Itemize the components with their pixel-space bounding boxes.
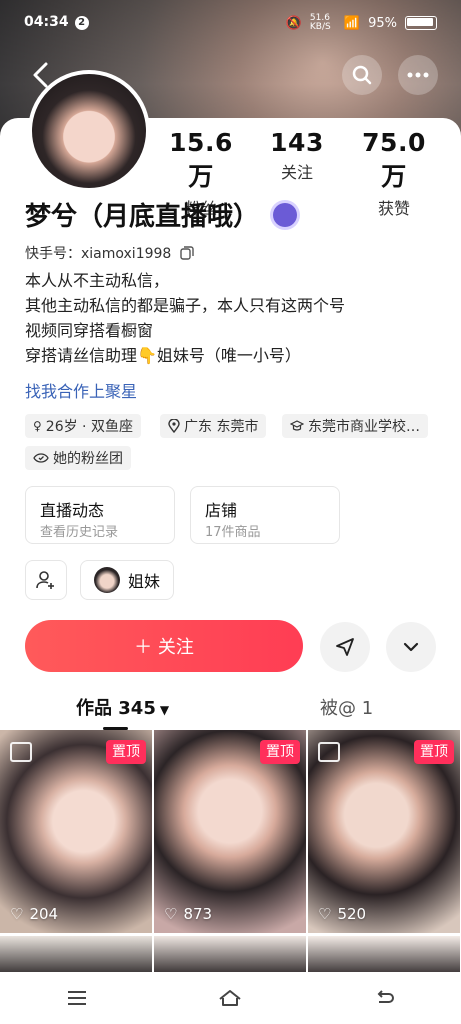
heart-icon: ♡ — [318, 905, 332, 923]
post-tile[interactable]: 置顶 ♡ 873 — [154, 730, 306, 933]
tag-school[interactable]: 东莞市商业学校… — [282, 414, 428, 438]
fan-club-icon — [33, 453, 49, 463]
add-friend-button[interactable] — [25, 560, 67, 600]
post-likes: ♡ 873 — [164, 905, 213, 923]
battery-percent: 95% — [368, 15, 397, 31]
tab-mentioned[interactable]: 被@ 1 — [320, 694, 373, 720]
back-arrow-icon — [377, 990, 395, 1003]
post-likes: ♡ 204 — [10, 905, 59, 923]
post-likes: ♡ 520 — [318, 905, 367, 923]
menu-icon — [67, 991, 86, 1005]
battery-icon — [405, 16, 437, 30]
expand-button[interactable] — [386, 622, 436, 672]
collaboration-link[interactable]: 找我合作上聚星 — [25, 378, 137, 402]
kuaishou-id[interactable]: 快手号：xiamoxi1998 — [25, 243, 194, 263]
graduation-cap-icon — [290, 420, 304, 431]
status-time: 04:34 2 — [24, 14, 89, 30]
send-icon — [336, 638, 354, 656]
profile-name: 梦兮（月底直播哦） — [25, 196, 298, 233]
post-tile-partial[interactable] — [0, 936, 152, 976]
post-grid: 置顶 ♡ 204 置顶 ♡ 873 置顶 ♡ 520 — [0, 730, 461, 976]
more-horizontal-icon — [407, 72, 429, 78]
stat-following[interactable]: 143 关注 — [262, 128, 332, 183]
post-tile[interactable]: 置顶 ♡ 520 — [308, 730, 460, 933]
menu-button[interactable] — [47, 978, 107, 1018]
add-user-icon — [36, 571, 54, 589]
chevron-down-icon — [403, 642, 419, 652]
status-bar: 04:34 2 🔕 51.6 KB/S 📶 95% — [0, 0, 461, 46]
heart-icon: ♡ — [10, 905, 24, 923]
share-button[interactable] — [320, 622, 370, 672]
home-button[interactable] — [200, 978, 260, 1018]
status-icons: 🔕 51.6 KB/S 📶 95% — [286, 14, 437, 32]
home-icon — [219, 990, 242, 1006]
pinned-badge: 置顶 — [260, 740, 300, 764]
profile-tabs: 作品 345 ▼ 被@ 1 — [0, 690, 461, 730]
tab-works[interactable]: 作品 345 ▼ — [76, 694, 169, 720]
mute-icon: 🔕 — [285, 15, 302, 31]
avatar[interactable] — [28, 70, 150, 192]
heart-icon: ♡ — [164, 905, 178, 923]
caret-down-icon: ▼ — [159, 703, 170, 717]
profile-bio: 本人从不主动私信， 其他主动私信的都是骗子，本人只有这两个号 视频同穿搭看橱窗 … — [25, 271, 346, 365]
tag-age[interactable]: ♀ 26岁 · 双鱼座 — [25, 414, 141, 438]
sister-account-button[interactable]: 姐妹 — [80, 560, 174, 600]
search-button[interactable] — [342, 55, 382, 95]
live-history-card[interactable]: 直播动态 查看历史记录 — [25, 486, 175, 544]
pinned-badge: 置顶 — [414, 740, 454, 764]
location-icon — [168, 419, 180, 433]
post-tile-partial[interactable] — [154, 936, 306, 976]
system-nav-bar — [0, 972, 461, 1024]
notification-count: 2 — [74, 16, 89, 30]
fan-level-badge-icon[interactable] — [273, 202, 298, 227]
gender-icon: ♀ — [33, 419, 42, 433]
post-tile[interactable]: 置顶 ♡ 204 — [0, 730, 152, 933]
follow-button[interactable]: ＋ 关注 — [25, 620, 303, 672]
gallery-icon — [10, 742, 32, 762]
copy-icon[interactable] — [180, 246, 194, 260]
back-nav-button[interactable] — [354, 978, 414, 1018]
search-icon — [352, 65, 372, 85]
sister-avatar — [93, 567, 120, 593]
gallery-icon — [318, 742, 340, 762]
tag-location[interactable]: 广东 东莞市 — [160, 414, 267, 438]
shop-card[interactable]: 店铺 17件商品 — [190, 486, 340, 544]
stat-likes[interactable]: 75.0万 获赞 — [350, 128, 438, 219]
network-speed: 51.6 KB/S — [309, 13, 331, 32]
more-button[interactable] — [398, 55, 438, 95]
tag-fan-club[interactable]: 她的粉丝团 — [25, 446, 131, 470]
post-tile-partial[interactable] — [308, 936, 460, 976]
pinned-badge: 置顶 — [106, 740, 146, 764]
signal-icon: 📶 — [343, 15, 361, 31]
